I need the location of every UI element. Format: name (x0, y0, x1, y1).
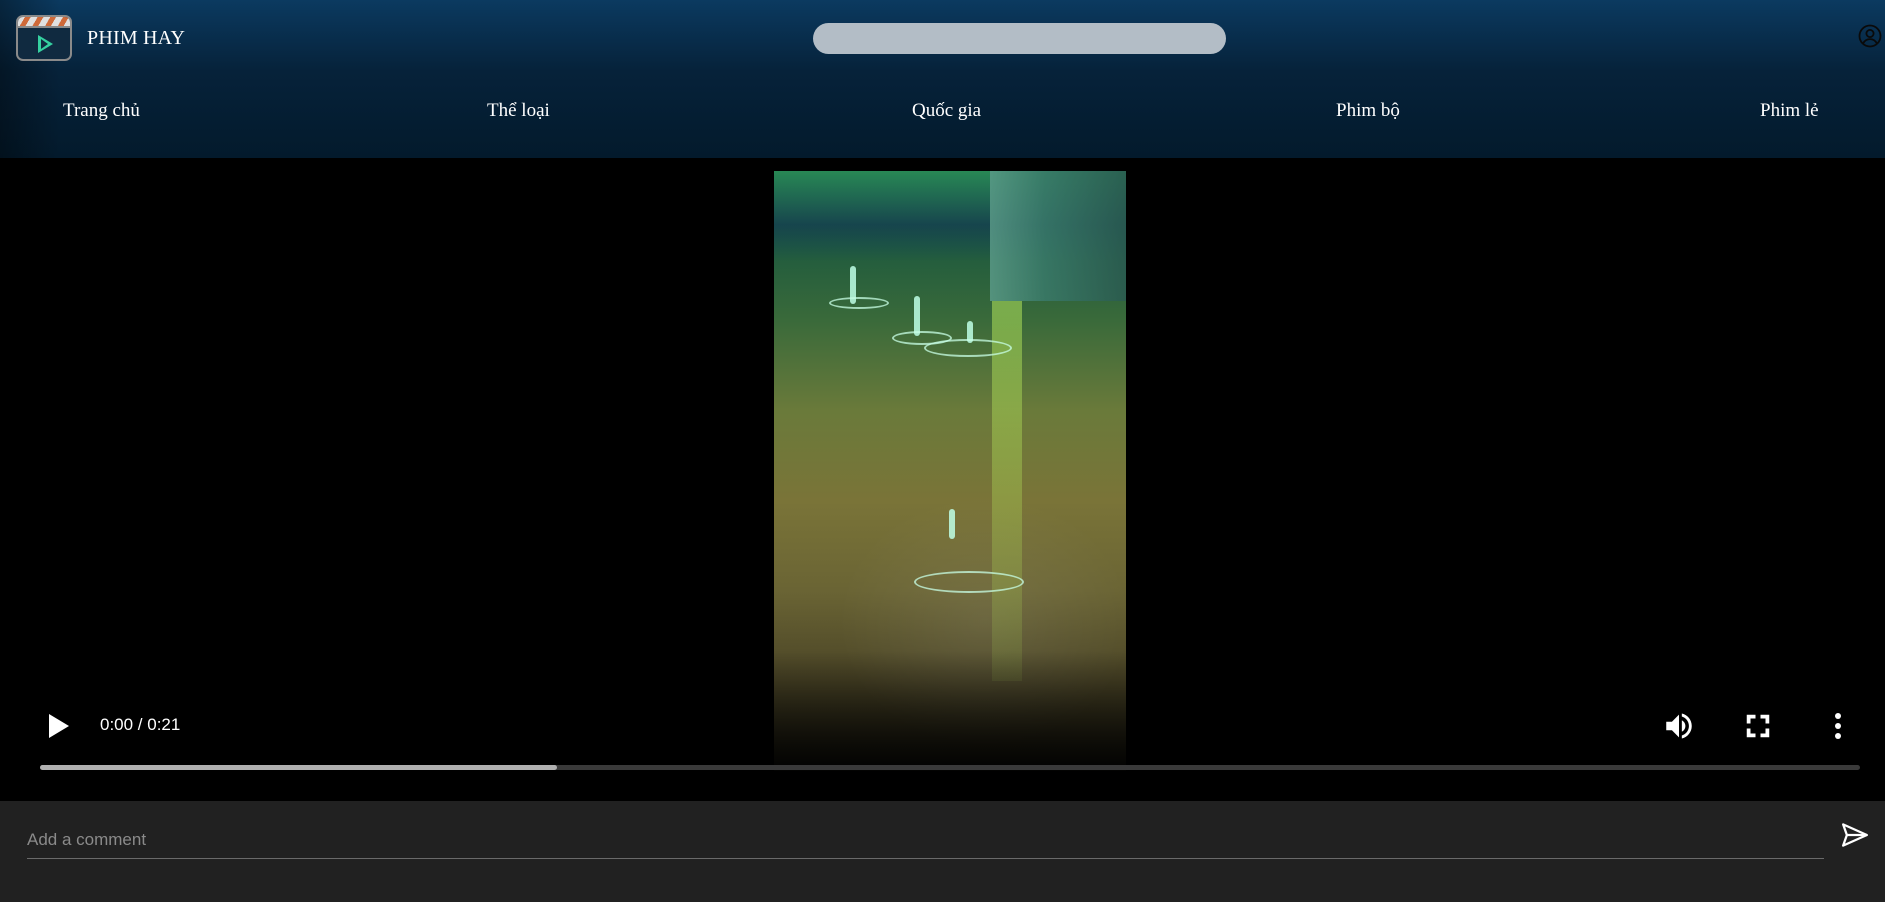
progress-bar[interactable] (40, 765, 1860, 770)
video-scene-droplet (914, 296, 920, 336)
clapperboard-stripes (18, 17, 70, 28)
user-circle-icon[interactable] (1858, 24, 1882, 48)
nav-item-phim-le[interactable]: Phim lẻ (1760, 100, 1819, 122)
nav-item-trang-chu[interactable]: Trang chủ (63, 100, 140, 122)
play-icon[interactable] (49, 714, 69, 738)
video-scene-pillar (990, 171, 1126, 301)
nav-item-phim-bo[interactable]: Phim bộ (1336, 100, 1400, 122)
video-scene-reflection (992, 301, 1022, 681)
progress-buffer (40, 765, 557, 770)
brand-title[interactable]: PHIM HAY (87, 27, 185, 50)
time-display: 0:00 / 0:21 (100, 715, 181, 734)
nav-item-the-loai[interactable]: Thể loại (487, 100, 550, 122)
video-scene-fade (774, 651, 1126, 771)
video-player[interactable]: 0:00 / 0:21 (0, 158, 1885, 801)
video-scene-ripple (924, 339, 1012, 357)
video-frame[interactable] (774, 171, 1126, 771)
comment-section (0, 801, 1885, 902)
video-scene-ripple (829, 297, 889, 309)
logo-icon[interactable] (16, 15, 72, 61)
site-header: PHIM HAY Trang chủ Thể loại Quốc gia Phi… (0, 0, 1885, 158)
comment-input[interactable] (27, 821, 1824, 859)
video-scene-droplet (949, 509, 955, 539)
more-vert-icon[interactable] (1826, 711, 1850, 741)
nav-item-quoc-gia[interactable]: Quốc gia (912, 100, 981, 122)
send-icon[interactable] (1840, 820, 1870, 850)
volume-icon[interactable] (1662, 709, 1696, 743)
search-input[interactable] (813, 23, 1226, 54)
fullscreen-icon[interactable] (1743, 711, 1773, 741)
logo-play-icon (38, 35, 53, 53)
main-nav: Trang chủ Thể loại Quốc gia Phim bộ Phim… (0, 100, 1885, 130)
video-scene-ripple (914, 571, 1024, 593)
